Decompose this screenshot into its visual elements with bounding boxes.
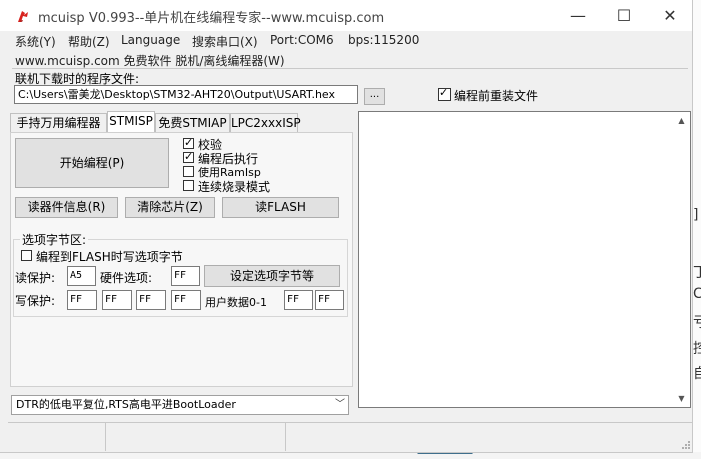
hardware-option-label: 硬件选项: (100, 271, 153, 285)
chevron-down-icon: ﹀ (335, 399, 345, 410)
background-desktop (0, 452, 701, 459)
option-bytes-title: 选项字节区: (20, 231, 89, 248)
menu-baud-rate[interactable]: bps:115200 (348, 33, 419, 47)
write-protect-input[interactable]: FF (136, 290, 166, 310)
verify-checkbox[interactable] (183, 138, 194, 149)
start-program-button[interactable]: 开始编程(P) (15, 138, 169, 188)
divider (12, 68, 688, 69)
menu-language[interactable]: Language (121, 33, 180, 47)
background-glyph: 丁 (693, 262, 701, 282)
read-protect-label: 读保护: (15, 271, 56, 285)
boot-mode-select[interactable]: DTR的低电平复位,RTS高电平进BootLoader ﹀ (11, 395, 349, 415)
user-data-input[interactable]: FF (284, 290, 313, 310)
close-button[interactable]: ✕ (647, 0, 693, 31)
status-cell (106, 422, 286, 451)
output-log[interactable]: ▲ ▼ (358, 111, 691, 408)
background-window-edge: ] 丁 C 亏 控 自 (692, 0, 701, 459)
browse-button[interactable]: ... (364, 88, 385, 105)
run-after-program-checkbox[interactable] (183, 152, 194, 163)
menu-search-port[interactable]: 搜索串口(X) (192, 33, 258, 50)
tab-stmisp[interactable]: STMISP (107, 111, 155, 133)
user-data-label: 用户数据0-1 (205, 296, 267, 309)
read-device-info-button[interactable]: 读器件信息(R) (15, 197, 118, 218)
menu-system[interactable]: 系统(Y) (15, 33, 56, 50)
background-glyph: 亏 (693, 312, 701, 332)
window-title: mcuisp V0.993--单片机在线编程专家--www.mcuisp.com (38, 11, 385, 26)
program-file-input[interactable]: C:\Users\雷美龙\Desktop\STM32-AHT20\Output\… (14, 85, 358, 104)
status-cell (8, 422, 106, 451)
set-option-bytes-button[interactable]: 设定选项字节等 (204, 265, 340, 287)
hardware-option-input[interactable]: FF (171, 266, 200, 286)
menu-help[interactable]: 帮助(Z) (68, 33, 110, 50)
background-glyph: 自 (693, 363, 701, 383)
erase-chip-button[interactable]: 清除芯片(Z) (125, 197, 215, 218)
menu-offline-programmer[interactable]: www.mcuisp.com 免费软件 脱机/离线编程器(W) (15, 52, 285, 69)
reload-before-program-label: 编程前重装文件 (454, 89, 539, 103)
tab-lpc2xxxisp[interactable]: LPC2xxxISP (230, 113, 301, 132)
background-glyph: C (693, 286, 701, 302)
reload-before-program-checkbox[interactable] (438, 88, 451, 101)
status-cell (286, 422, 692, 451)
mcuisp-window: mcuisp V0.993--单片机在线编程专家--www.mcuisp.com… (0, 0, 693, 453)
use-ramisp-checkbox[interactable] (183, 166, 194, 177)
continuous-burn-label: 连续烧录模式 (198, 180, 271, 194)
menu-port[interactable]: Port:COM6 (270, 33, 334, 47)
minimize-button[interactable]: — (555, 0, 601, 31)
read-protect-input[interactable]: A5 (67, 266, 96, 286)
scroll-up-icon[interactable]: ▲ (674, 113, 689, 128)
tab-handheld-programmer[interactable]: 手持万用编程器 (10, 113, 107, 132)
boot-mode-value: DTR的低电平复位,RTS高电平进BootLoader (16, 398, 236, 411)
write-option-bytes-checkbox[interactable] (21, 250, 32, 261)
write-protect-input[interactable]: FF (171, 290, 201, 310)
write-protect-input[interactable]: FF (67, 290, 97, 310)
maximize-button[interactable]: ☐ (601, 0, 647, 31)
background-glyph: ] (693, 207, 699, 223)
user-data-input[interactable]: FF (315, 290, 344, 310)
background-glyph: 控 (693, 338, 701, 358)
write-protect-input[interactable]: FF (102, 290, 132, 310)
continuous-burn-checkbox[interactable] (183, 180, 194, 191)
scroll-down-icon[interactable]: ▼ (674, 391, 689, 406)
resize-grip-icon[interactable] (681, 440, 691, 450)
app-logo-icon (18, 11, 28, 22)
title-bar[interactable]: mcuisp V0.993--单片机在线编程专家--www.mcuisp.com… (0, 0, 692, 31)
read-flash-button[interactable]: 读FLASH (222, 197, 339, 218)
status-bar (8, 422, 692, 451)
write-protect-label: 写保护: (15, 294, 56, 308)
tab-free-stmiap[interactable]: 免费STMIAP (155, 113, 230, 132)
write-option-bytes-label: 编程到FLASH时写选项字节 (36, 250, 183, 264)
